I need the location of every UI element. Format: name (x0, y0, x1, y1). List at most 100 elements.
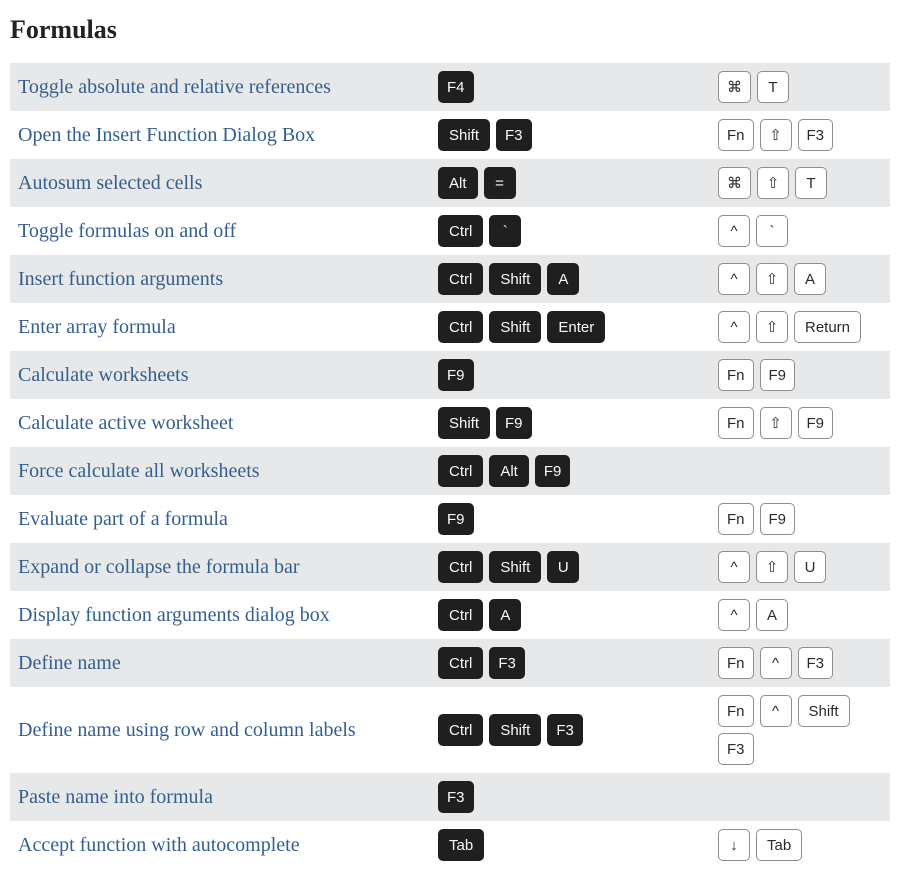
shortcut-row: Enter array formulaCtrlShiftEnter ^⇧Retur… (10, 303, 890, 351)
key-win: Shift (438, 119, 490, 151)
shortcut-description-link[interactable]: Autosum selected cells (18, 172, 438, 195)
key-mac: ⌘ (718, 71, 751, 103)
shortcut-row: Open the Insert Function Dialog BoxShift… (10, 111, 890, 159)
windows-shortcut: ShiftF3 (438, 119, 718, 151)
shortcut-description-link[interactable]: Evaluate part of a formula (18, 508, 438, 531)
shortcut-row: Expand or collapse the formula barCtrlSh… (10, 543, 890, 591)
key-win: F9 (438, 359, 474, 391)
mac-shortcut: ⌘⇧T (718, 167, 882, 199)
shortcut-row: Force calculate all worksheetsCtrlAltF9 (10, 447, 890, 495)
shortcut-description-link[interactable]: Open the Insert Function Dialog Box (18, 124, 438, 147)
windows-shortcut: CtrlF3 (438, 647, 718, 679)
key-mac: ^ (718, 311, 750, 343)
mac-shortcut: Fn⇧F9 (718, 407, 882, 439)
key-win: Shift (489, 311, 541, 343)
key-win: ` (489, 215, 521, 247)
shortcut-row: Calculate active worksheetShiftF9Fn⇧F9 (10, 399, 890, 447)
windows-shortcut: CtrlShiftU (438, 551, 718, 583)
key-mac: ^ (718, 215, 750, 247)
mac-shortcut: ↓Tab (718, 829, 882, 861)
shortcut-description-link[interactable]: Toggle formulas on and off (18, 220, 438, 243)
shortcut-row: Define nameCtrlF3Fn^F3 (10, 639, 890, 687)
shortcut-row: Accept function with autocompleteTab↓Tab (10, 821, 890, 869)
key-win: Ctrl (438, 647, 483, 679)
mac-shortcut: ⌘T (718, 71, 882, 103)
key-mac: ⇧ (760, 407, 792, 439)
key-mac: F9 (760, 503, 796, 535)
mac-shortcut: FnF9 (718, 359, 882, 391)
key-win: F3 (496, 119, 532, 151)
shortcut-description-link[interactable]: Accept function with autocomplete (18, 834, 438, 857)
key-mac: ⇧ (760, 119, 792, 151)
shortcut-row: Insert function argumentsCtrlShiftA^⇧A (10, 255, 890, 303)
key-mac: T (795, 167, 827, 199)
key-win: Shift (438, 407, 490, 439)
key-win: A (547, 263, 579, 295)
shortcut-table: Toggle absolute and relative referencesF… (10, 63, 890, 869)
key-mac: Fn (718, 407, 754, 439)
mac-shortcut: ^A (718, 599, 882, 631)
key-mac: ↓ (718, 829, 750, 861)
key-mac: ⌘ (718, 167, 751, 199)
shortcut-row: Toggle absolute and relative referencesF… (10, 63, 890, 111)
shortcut-description-link[interactable]: Calculate active worksheet (18, 412, 438, 435)
key-win: F3 (489, 647, 525, 679)
windows-shortcut: ShiftF9 (438, 407, 718, 439)
key-win: Ctrl (438, 714, 483, 746)
key-mac: Fn (718, 695, 754, 727)
key-win: Ctrl (438, 599, 483, 631)
key-mac: Tab (756, 829, 802, 861)
key-mac: ^ (718, 551, 750, 583)
key-mac: ⇧ (756, 311, 788, 343)
key-mac: U (794, 551, 826, 583)
mac-shortcut: ^⇧A (718, 263, 882, 295)
key-win: Ctrl (438, 551, 483, 583)
shortcut-description-link[interactable]: Calculate worksheets (18, 364, 438, 387)
key-mac: Fn (718, 119, 754, 151)
shortcut-description-link[interactable]: Define name using row and column labels (18, 719, 438, 742)
key-mac: Return (794, 311, 861, 343)
shortcut-description-link[interactable]: Expand or collapse the formula bar (18, 556, 438, 579)
key-win: Alt (438, 167, 478, 199)
shortcut-row: Evaluate part of a formulaF9FnF9 (10, 495, 890, 543)
key-mac: Fn (718, 359, 754, 391)
key-win: F9 (438, 503, 474, 535)
key-win: F9 (496, 407, 532, 439)
key-mac: F3 (798, 119, 834, 151)
shortcut-description-link[interactable]: Toggle absolute and relative references (18, 76, 438, 99)
key-mac: ^ (760, 695, 792, 727)
shortcut-row: Autosum selected cellsAlt=⌘⇧T (10, 159, 890, 207)
shortcut-description-link[interactable]: Force calculate all worksheets (18, 460, 438, 483)
key-win: F3 (547, 714, 583, 746)
shortcut-row: Display function arguments dialog boxCtr… (10, 591, 890, 639)
mac-shortcut: Fn^Shift F3 (718, 695, 882, 765)
windows-shortcut: Tab (438, 829, 718, 861)
key-mac: ⇧ (757, 167, 789, 199)
key-win: Ctrl (438, 455, 483, 487)
key-mac: ^ (718, 599, 750, 631)
shortcut-row: Paste name into formulaF3 (10, 773, 890, 821)
key-mac: A (756, 599, 788, 631)
mac-shortcut: ^` (718, 215, 882, 247)
mac-shortcut: ^⇧U (718, 551, 882, 583)
shortcut-description-link[interactable]: Paste name into formula (18, 786, 438, 809)
key-win: F4 (438, 71, 474, 103)
key-win: F9 (535, 455, 571, 487)
windows-shortcut: F3 (438, 781, 718, 813)
key-win: Enter (547, 311, 605, 343)
windows-shortcut: CtrlShiftF3 (438, 714, 718, 746)
key-mac: F9 (760, 359, 796, 391)
shortcut-description-link[interactable]: Insert function arguments (18, 268, 438, 291)
shortcut-row: Define name using row and column labelsC… (10, 687, 890, 773)
mac-shortcut: ^⇧Return (718, 311, 882, 343)
windows-shortcut: CtrlShiftA (438, 263, 718, 295)
key-win: Ctrl (438, 311, 483, 343)
shortcut-description-link[interactable]: Define name (18, 652, 438, 675)
key-win: = (484, 167, 516, 199)
key-mac: F3 (718, 733, 754, 765)
shortcut-description-link[interactable]: Display function arguments dialog box (18, 604, 438, 627)
key-mac: Shift (798, 695, 850, 727)
windows-shortcut: CtrlA (438, 599, 718, 631)
windows-shortcut: Alt= (438, 167, 718, 199)
shortcut-description-link[interactable]: Enter array formula (18, 316, 438, 339)
